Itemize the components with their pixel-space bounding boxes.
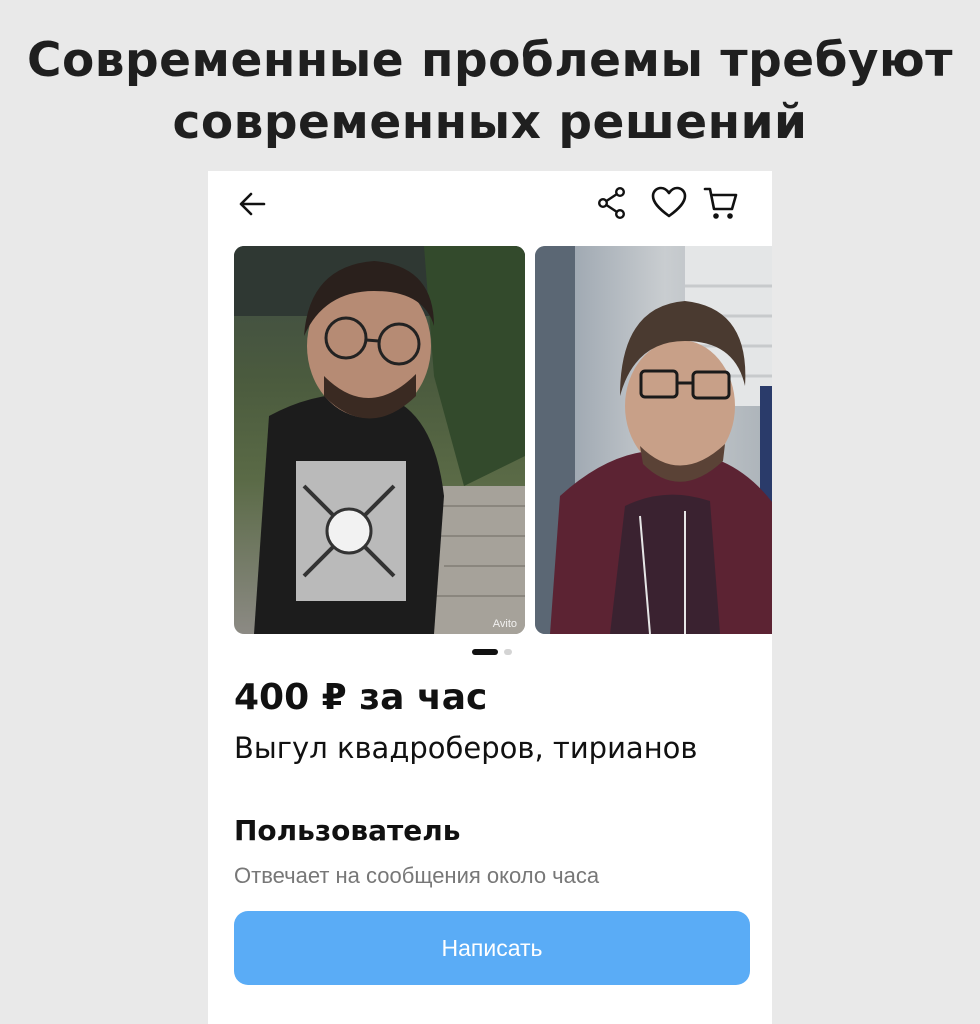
listing-photo-2[interactable] <box>535 246 772 634</box>
seller-response-time: Отвечает на сообщения около часа <box>234 863 600 888</box>
watermark: Avito <box>493 618 517 630</box>
arrow-left-icon[interactable] <box>236 187 270 221</box>
headline: Современные проблемы требуют современных… <box>0 30 980 154</box>
listing-price: 400 ₽ за час <box>234 677 488 718</box>
share-icon[interactable] <box>594 185 630 221</box>
listing-screen: Avito 400 ₽ за час Выгул квадроберов, ти… <box>208 171 772 1024</box>
headline-line-2: современных решений <box>172 95 808 150</box>
cart-icon[interactable] <box>702 185 740 223</box>
heart-icon[interactable] <box>650 185 688 221</box>
write-message-button[interactable]: Написать <box>234 911 750 985</box>
listing-photo-1[interactable]: Avito <box>234 246 525 634</box>
pagination-dot[interactable] <box>504 649 512 655</box>
listing-title: Выгул квадроберов, тирианов <box>234 731 698 765</box>
pagination-dot-active[interactable] <box>472 649 498 655</box>
photo-gallery[interactable]: Avito <box>234 246 772 634</box>
headline-line-1: Современные проблемы требуют <box>27 33 953 88</box>
seller-name[interactable]: Пользователь <box>234 811 460 851</box>
